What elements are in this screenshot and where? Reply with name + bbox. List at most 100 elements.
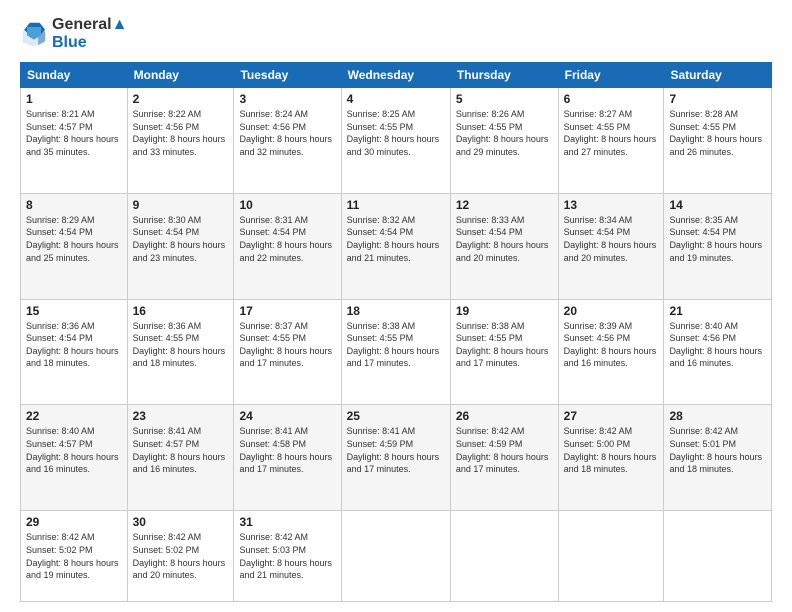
- calendar-cell: 6 Sunrise: 8:27 AM Sunset: 4:55 PM Dayli…: [558, 88, 664, 194]
- logo: General▲ Blue: [20, 16, 127, 52]
- calendar-cell: 19 Sunrise: 8:38 AM Sunset: 4:55 PM Dayl…: [450, 299, 558, 405]
- day-number: 1: [26, 92, 122, 106]
- day-number: 2: [133, 92, 229, 106]
- day-number: 4: [347, 92, 445, 106]
- day-number: 13: [564, 198, 659, 212]
- calendar-cell: 20 Sunrise: 8:39 AM Sunset: 4:56 PM Dayl…: [558, 299, 664, 405]
- calendar-cell: 8 Sunrise: 8:29 AM Sunset: 4:54 PM Dayli…: [21, 193, 128, 299]
- day-info: Sunrise: 8:41 AM Sunset: 4:57 PM Dayligh…: [133, 425, 229, 475]
- calendar-cell: 15 Sunrise: 8:36 AM Sunset: 4:54 PM Dayl…: [21, 299, 128, 405]
- col-header-monday: Monday: [127, 63, 234, 88]
- day-number: 30: [133, 515, 229, 529]
- calendar-cell: 1 Sunrise: 8:21 AM Sunset: 4:57 PM Dayli…: [21, 88, 128, 194]
- day-info: Sunrise: 8:41 AM Sunset: 4:59 PM Dayligh…: [347, 425, 445, 475]
- day-number: 23: [133, 409, 229, 423]
- day-info: Sunrise: 8:30 AM Sunset: 4:54 PM Dayligh…: [133, 214, 229, 264]
- logo-text: General▲ Blue: [52, 16, 127, 52]
- calendar-cell: 11 Sunrise: 8:32 AM Sunset: 4:54 PM Dayl…: [341, 193, 450, 299]
- calendar-cell: 18 Sunrise: 8:38 AM Sunset: 4:55 PM Dayl…: [341, 299, 450, 405]
- day-number: 18: [347, 304, 445, 318]
- day-number: 29: [26, 515, 122, 529]
- calendar-cell: 5 Sunrise: 8:26 AM Sunset: 4:55 PM Dayli…: [450, 88, 558, 194]
- calendar-cell: 24 Sunrise: 8:41 AM Sunset: 4:58 PM Dayl…: [234, 405, 341, 511]
- calendar-cell: 31 Sunrise: 8:42 AM Sunset: 5:03 PM Dayl…: [234, 511, 341, 602]
- day-number: 8: [26, 198, 122, 212]
- day-number: 3: [239, 92, 335, 106]
- day-number: 5: [456, 92, 553, 106]
- day-info: Sunrise: 8:40 AM Sunset: 4:57 PM Dayligh…: [26, 425, 122, 475]
- calendar-cell: [341, 511, 450, 602]
- day-number: 26: [456, 409, 553, 423]
- calendar-cell: [450, 511, 558, 602]
- calendar-cell: 16 Sunrise: 8:36 AM Sunset: 4:55 PM Dayl…: [127, 299, 234, 405]
- day-info: Sunrise: 8:22 AM Sunset: 4:56 PM Dayligh…: [133, 108, 229, 158]
- day-info: Sunrise: 8:40 AM Sunset: 4:56 PM Dayligh…: [669, 320, 766, 370]
- day-number: 16: [133, 304, 229, 318]
- day-info: Sunrise: 8:36 AM Sunset: 4:54 PM Dayligh…: [26, 320, 122, 370]
- day-info: Sunrise: 8:24 AM Sunset: 4:56 PM Dayligh…: [239, 108, 335, 158]
- day-info: Sunrise: 8:27 AM Sunset: 4:55 PM Dayligh…: [564, 108, 659, 158]
- day-number: 19: [456, 304, 553, 318]
- day-number: 17: [239, 304, 335, 318]
- col-header-thursday: Thursday: [450, 63, 558, 88]
- day-info: Sunrise: 8:42 AM Sunset: 5:00 PM Dayligh…: [564, 425, 659, 475]
- day-number: 14: [669, 198, 766, 212]
- col-header-friday: Friday: [558, 63, 664, 88]
- calendar-cell: 12 Sunrise: 8:33 AM Sunset: 4:54 PM Dayl…: [450, 193, 558, 299]
- calendar-cell: 9 Sunrise: 8:30 AM Sunset: 4:54 PM Dayli…: [127, 193, 234, 299]
- day-info: Sunrise: 8:42 AM Sunset: 5:02 PM Dayligh…: [26, 531, 122, 581]
- day-number: 12: [456, 198, 553, 212]
- day-number: 20: [564, 304, 659, 318]
- page: General▲ Blue SundayMondayTuesdayWednesd…: [0, 0, 792, 612]
- day-info: Sunrise: 8:36 AM Sunset: 4:55 PM Dayligh…: [133, 320, 229, 370]
- day-info: Sunrise: 8:21 AM Sunset: 4:57 PM Dayligh…: [26, 108, 122, 158]
- day-info: Sunrise: 8:31 AM Sunset: 4:54 PM Dayligh…: [239, 214, 335, 264]
- day-info: Sunrise: 8:37 AM Sunset: 4:55 PM Dayligh…: [239, 320, 335, 370]
- header: General▲ Blue: [20, 16, 772, 52]
- calendar-cell: 21 Sunrise: 8:40 AM Sunset: 4:56 PM Dayl…: [664, 299, 772, 405]
- day-number: 24: [239, 409, 335, 423]
- calendar-body: 1 Sunrise: 8:21 AM Sunset: 4:57 PM Dayli…: [21, 88, 772, 602]
- logo-icon: [20, 20, 48, 48]
- day-info: Sunrise: 8:25 AM Sunset: 4:55 PM Dayligh…: [347, 108, 445, 158]
- day-number: 11: [347, 198, 445, 212]
- day-info: Sunrise: 8:39 AM Sunset: 4:56 PM Dayligh…: [564, 320, 659, 370]
- day-info: Sunrise: 8:28 AM Sunset: 4:55 PM Dayligh…: [669, 108, 766, 158]
- calendar-cell: 25 Sunrise: 8:41 AM Sunset: 4:59 PM Dayl…: [341, 405, 450, 511]
- day-number: 31: [239, 515, 335, 529]
- day-info: Sunrise: 8:38 AM Sunset: 4:55 PM Dayligh…: [347, 320, 445, 370]
- day-info: Sunrise: 8:42 AM Sunset: 5:02 PM Dayligh…: [133, 531, 229, 581]
- calendar-table: SundayMondayTuesdayWednesdayThursdayFrid…: [20, 62, 772, 602]
- calendar-cell: 30 Sunrise: 8:42 AM Sunset: 5:02 PM Dayl…: [127, 511, 234, 602]
- calendar-cell: 17 Sunrise: 8:37 AM Sunset: 4:55 PM Dayl…: [234, 299, 341, 405]
- day-info: Sunrise: 8:33 AM Sunset: 4:54 PM Dayligh…: [456, 214, 553, 264]
- calendar-cell: 4 Sunrise: 8:25 AM Sunset: 4:55 PM Dayli…: [341, 88, 450, 194]
- day-info: Sunrise: 8:42 AM Sunset: 4:59 PM Dayligh…: [456, 425, 553, 475]
- calendar-cell: 10 Sunrise: 8:31 AM Sunset: 4:54 PM Dayl…: [234, 193, 341, 299]
- calendar-cell: 26 Sunrise: 8:42 AM Sunset: 4:59 PM Dayl…: [450, 405, 558, 511]
- day-number: 15: [26, 304, 122, 318]
- day-info: Sunrise: 8:41 AM Sunset: 4:58 PM Dayligh…: [239, 425, 335, 475]
- calendar-cell: [558, 511, 664, 602]
- calendar-cell: 2 Sunrise: 8:22 AM Sunset: 4:56 PM Dayli…: [127, 88, 234, 194]
- day-number: 7: [669, 92, 766, 106]
- calendar-cell: 7 Sunrise: 8:28 AM Sunset: 4:55 PM Dayli…: [664, 88, 772, 194]
- calendar-cell: 3 Sunrise: 8:24 AM Sunset: 4:56 PM Dayli…: [234, 88, 341, 194]
- day-number: 22: [26, 409, 122, 423]
- day-of-week-row: SundayMondayTuesdayWednesdayThursdayFrid…: [21, 63, 772, 88]
- day-number: 10: [239, 198, 335, 212]
- day-number: 6: [564, 92, 659, 106]
- day-info: Sunrise: 8:34 AM Sunset: 4:54 PM Dayligh…: [564, 214, 659, 264]
- calendar-cell: [664, 511, 772, 602]
- day-info: Sunrise: 8:26 AM Sunset: 4:55 PM Dayligh…: [456, 108, 553, 158]
- day-number: 28: [669, 409, 766, 423]
- day-number: 21: [669, 304, 766, 318]
- calendar-cell: 28 Sunrise: 8:42 AM Sunset: 5:01 PM Dayl…: [664, 405, 772, 511]
- col-header-saturday: Saturday: [664, 63, 772, 88]
- day-number: 25: [347, 409, 445, 423]
- col-header-sunday: Sunday: [21, 63, 128, 88]
- calendar-cell: 13 Sunrise: 8:34 AM Sunset: 4:54 PM Dayl…: [558, 193, 664, 299]
- calendar-cell: 23 Sunrise: 8:41 AM Sunset: 4:57 PM Dayl…: [127, 405, 234, 511]
- col-header-tuesday: Tuesday: [234, 63, 341, 88]
- calendar-cell: 27 Sunrise: 8:42 AM Sunset: 5:00 PM Dayl…: [558, 405, 664, 511]
